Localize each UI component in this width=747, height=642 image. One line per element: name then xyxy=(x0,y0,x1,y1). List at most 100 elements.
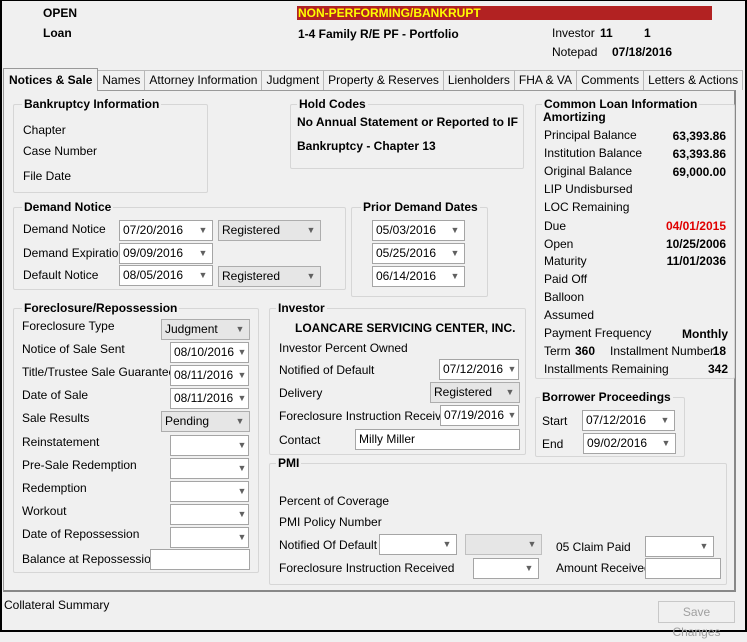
chevron-down-icon: ▼ xyxy=(507,410,517,420)
select-value: Registered xyxy=(222,223,281,237)
common-loan-group: Common Loan Information Amortizing Princ… xyxy=(535,97,735,379)
prior-demand-group: Prior Demand Dates 05/03/2016 ▼ 05/25/201… xyxy=(351,200,488,297)
foreclosure-group: Foreclosure/Repossession Foreclosure Typ… xyxy=(13,301,259,573)
chevron-down-icon: ▼ xyxy=(527,539,537,549)
default-notice-delivery-select[interactable]: Registered ▼ xyxy=(218,266,321,287)
installment-number-value: 18 xyxy=(712,344,726,358)
pmi-fc-instruction-date[interactable]: ▼ xyxy=(473,558,539,579)
chevron-down-icon: ▼ xyxy=(450,225,460,235)
date-value: 08/11/2016 xyxy=(174,368,234,382)
workout-date[interactable]: ▼ xyxy=(170,504,249,525)
case-number-label: Case Number xyxy=(23,144,98,158)
tab-lienholders[interactable]: Lienholders xyxy=(442,70,515,90)
sale-results-label: Sale Results xyxy=(22,411,90,425)
chevron-down-icon: ▼ xyxy=(699,541,709,551)
amortization-type: Amortizing xyxy=(543,110,606,124)
due-label: Due xyxy=(544,219,567,233)
save-changes-button[interactable]: Save Changes xyxy=(658,601,735,639)
hold-codes-group: Hold Codes No Annual Statement or Report… xyxy=(290,97,524,169)
redemption-date[interactable]: ▼ xyxy=(170,481,249,502)
tab-judgment[interactable]: Judgment xyxy=(261,70,325,90)
chevron-down-icon: ▼ xyxy=(450,271,460,281)
title-trustee-date[interactable]: 08/11/2016 ▼ xyxy=(170,365,249,386)
notice-of-sale-date[interactable]: 08/10/2016 ▼ xyxy=(170,342,249,363)
demand-notice-date[interactable]: 07/20/2016 ▼ xyxy=(119,220,213,241)
tab-comments[interactable]: Comments xyxy=(576,70,645,90)
amount-received-input[interactable] xyxy=(645,558,721,579)
prior-demand-date[interactable]: 05/03/2016 ▼ xyxy=(372,220,465,241)
percent-of-coverage-label: Percent of Coverage xyxy=(279,494,390,508)
chevron-down-icon: ▼ xyxy=(237,440,247,450)
chevron-down-icon: ▼ xyxy=(306,271,316,281)
workout-label: Workout xyxy=(22,504,67,518)
select-value: Registered xyxy=(222,269,281,283)
notepad-label[interactable]: Notepad xyxy=(552,45,597,59)
balance-at-repossession-label: Balance at Repossession xyxy=(22,552,158,566)
default-notice-label: Default Notice xyxy=(23,268,99,282)
date-value: 07/12/2016 xyxy=(586,413,647,427)
demand-expiration-date[interactable]: 09/09/2016 ▼ xyxy=(119,243,213,264)
chevron-down-icon: ▼ xyxy=(237,393,247,403)
demand-expiration-label: Demand Expiration xyxy=(23,246,126,260)
maturity-date-value: 11/01/2036 xyxy=(666,254,726,268)
chevron-down-icon: ▼ xyxy=(442,539,452,549)
prior-demand-date[interactable]: 05/25/2016 ▼ xyxy=(372,243,465,264)
paid-off-label: Paid Off xyxy=(544,272,588,286)
notepad-date: 07/18/2016 xyxy=(612,45,673,59)
chevron-down-icon: ▼ xyxy=(524,563,534,573)
chevron-down-icon: ▼ xyxy=(450,248,460,258)
sale-results-select[interactable]: Pending ▼ xyxy=(161,411,250,432)
date-value: 07/19/2016 xyxy=(444,408,505,422)
installments-remaining-label: Installments Remaining xyxy=(544,362,669,376)
select-value: Judgment xyxy=(165,322,218,336)
pmi-notified-of-default-date[interactable]: ▼ xyxy=(379,534,457,555)
start-date[interactable]: 07/12/2016 ▼ xyxy=(582,410,675,431)
reinstatement-date[interactable]: ▼ xyxy=(170,435,249,456)
fc-instruction-received-date[interactable]: 07/19/2016 ▼ xyxy=(440,405,519,426)
date-value: 08/11/2016 xyxy=(174,391,234,405)
loc-remaining-label: LOC Remaining xyxy=(544,200,630,214)
end-date[interactable]: 09/02/2016 ▼ xyxy=(583,433,676,454)
investor-code: 11 xyxy=(600,26,613,40)
notice-of-sale-label: Notice of Sale Sent xyxy=(22,342,125,356)
pmi-fc-instruction-label: Foreclosure Instruction Received xyxy=(279,561,455,575)
date-value: 06/14/2016 xyxy=(376,269,437,283)
demand-notice-delivery-select[interactable]: Registered ▼ xyxy=(218,220,321,241)
tab-names[interactable]: Names xyxy=(97,70,146,90)
tab-letters-actions[interactable]: Letters & Actions xyxy=(643,70,744,90)
contact-label: Contact xyxy=(279,433,321,447)
tab-fha-va[interactable]: FHA & VA xyxy=(513,70,578,90)
bankruptcy-group: Bankruptcy Information Chapter Case Numb… xyxy=(13,97,208,193)
investor-title: Investor xyxy=(276,301,327,315)
title-trustee-label: Title/Trustee Sale Guarantee xyxy=(22,365,176,379)
claim-paid-date[interactable]: ▼ xyxy=(645,536,714,557)
chevron-down-icon: ▼ xyxy=(235,324,245,334)
tab-notices-sale[interactable]: Notices & Sale xyxy=(3,68,99,91)
investor-percent-owned-label: Investor Percent Owned xyxy=(279,341,408,355)
bankruptcy-title: Bankruptcy Information xyxy=(22,97,162,111)
collateral-summary-link[interactable]: Collateral Summary xyxy=(4,598,109,612)
chevron-down-icon: ▼ xyxy=(237,463,247,473)
tab-property-reserves[interactable]: Property & Reserves xyxy=(323,70,444,90)
pmi-notified-delivery-select[interactable]: ▼ xyxy=(465,534,542,555)
date-value: 08/05/2016 xyxy=(123,268,184,282)
pmi-title: PMI xyxy=(276,456,302,470)
contact-input[interactable]: Milly Miller xyxy=(355,429,520,450)
foreclosure-type-label: Foreclosure Type xyxy=(22,319,115,333)
open-date-value: 10/25/2006 xyxy=(665,237,726,251)
date-value: 07/20/2016 xyxy=(123,223,184,237)
date-value: 09/02/2016 xyxy=(587,436,648,450)
tab-attorney-information[interactable]: Attorney Information xyxy=(144,70,263,90)
default-notice-date[interactable]: 08/05/2016 ▼ xyxy=(119,265,213,286)
date-of-repossession-date[interactable]: ▼ xyxy=(170,527,249,548)
foreclosure-type-select[interactable]: Judgment ▼ xyxy=(161,319,250,340)
prior-demand-date[interactable]: 06/14/2016 ▼ xyxy=(372,266,465,287)
notified-of-default-date[interactable]: 07/12/2016 ▼ xyxy=(439,359,519,380)
date-of-sale-date[interactable]: 08/11/2016 ▼ xyxy=(170,388,249,409)
chevron-down-icon: ▼ xyxy=(505,387,515,397)
open-label: Open xyxy=(544,237,574,251)
chevron-down-icon: ▼ xyxy=(661,438,671,448)
balance-at-repossession-input[interactable] xyxy=(150,549,250,570)
pre-sale-redemption-date[interactable]: ▼ xyxy=(170,458,249,479)
delivery-select[interactable]: Registered ▼ xyxy=(430,382,520,403)
